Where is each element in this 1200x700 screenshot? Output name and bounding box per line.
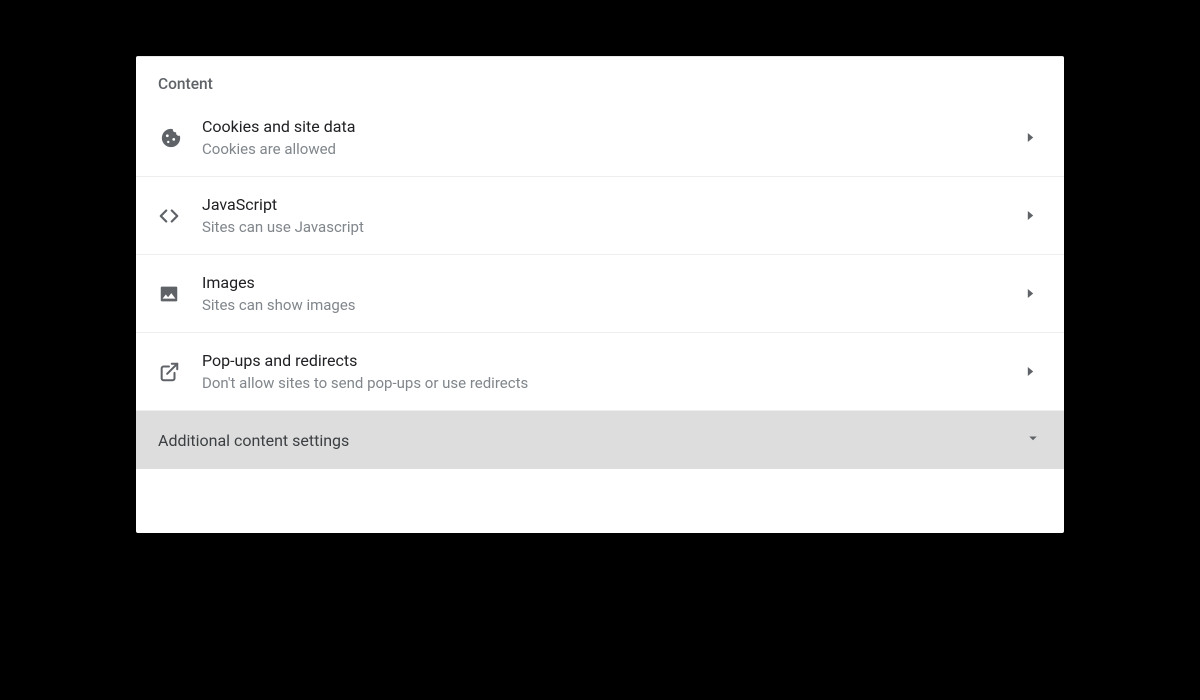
row-subtitle: Cookies are allowed xyxy=(202,140,1018,158)
row-title: JavaScript xyxy=(202,195,1018,214)
row-cookies[interactable]: Cookies and site data Cookies are allowe… xyxy=(136,99,1064,177)
section-title: Content xyxy=(136,57,1064,99)
image-icon xyxy=(158,283,202,305)
additional-content-settings[interactable]: Additional content settings xyxy=(136,411,1064,469)
chevron-down-icon xyxy=(1024,429,1042,451)
row-title: Images xyxy=(202,273,1018,292)
code-icon xyxy=(158,205,202,227)
chevron-right-icon xyxy=(1018,133,1042,142)
row-subtitle: Don't allow sites to send pop-ups or use… xyxy=(202,374,1018,392)
row-title: Cookies and site data xyxy=(202,117,1018,136)
row-popups[interactable]: Pop-ups and redirects Don't allow sites … xyxy=(136,333,1064,411)
row-subtitle: Sites can use Javascript xyxy=(202,218,1018,236)
row-subtitle: Sites can show images xyxy=(202,296,1018,314)
row-title: Pop-ups and redirects xyxy=(202,351,1018,370)
cookie-icon xyxy=(158,127,202,149)
row-text: Pop-ups and redirects Don't allow sites … xyxy=(202,351,1018,392)
row-text: Cookies and site data Cookies are allowe… xyxy=(202,117,1018,158)
launch-icon xyxy=(158,361,202,383)
chevron-right-icon xyxy=(1018,289,1042,298)
row-text: Images Sites can show images xyxy=(202,273,1018,314)
expand-label: Additional content settings xyxy=(158,431,349,450)
row-text: JavaScript Sites can use Javascript xyxy=(202,195,1018,236)
chevron-right-icon xyxy=(1018,211,1042,220)
row-images[interactable]: Images Sites can show images xyxy=(136,255,1064,333)
content-settings-panel: Content Cookies and site data Cookies ar… xyxy=(136,56,1064,533)
chevron-right-icon xyxy=(1018,367,1042,376)
row-javascript[interactable]: JavaScript Sites can use Javascript xyxy=(136,177,1064,255)
